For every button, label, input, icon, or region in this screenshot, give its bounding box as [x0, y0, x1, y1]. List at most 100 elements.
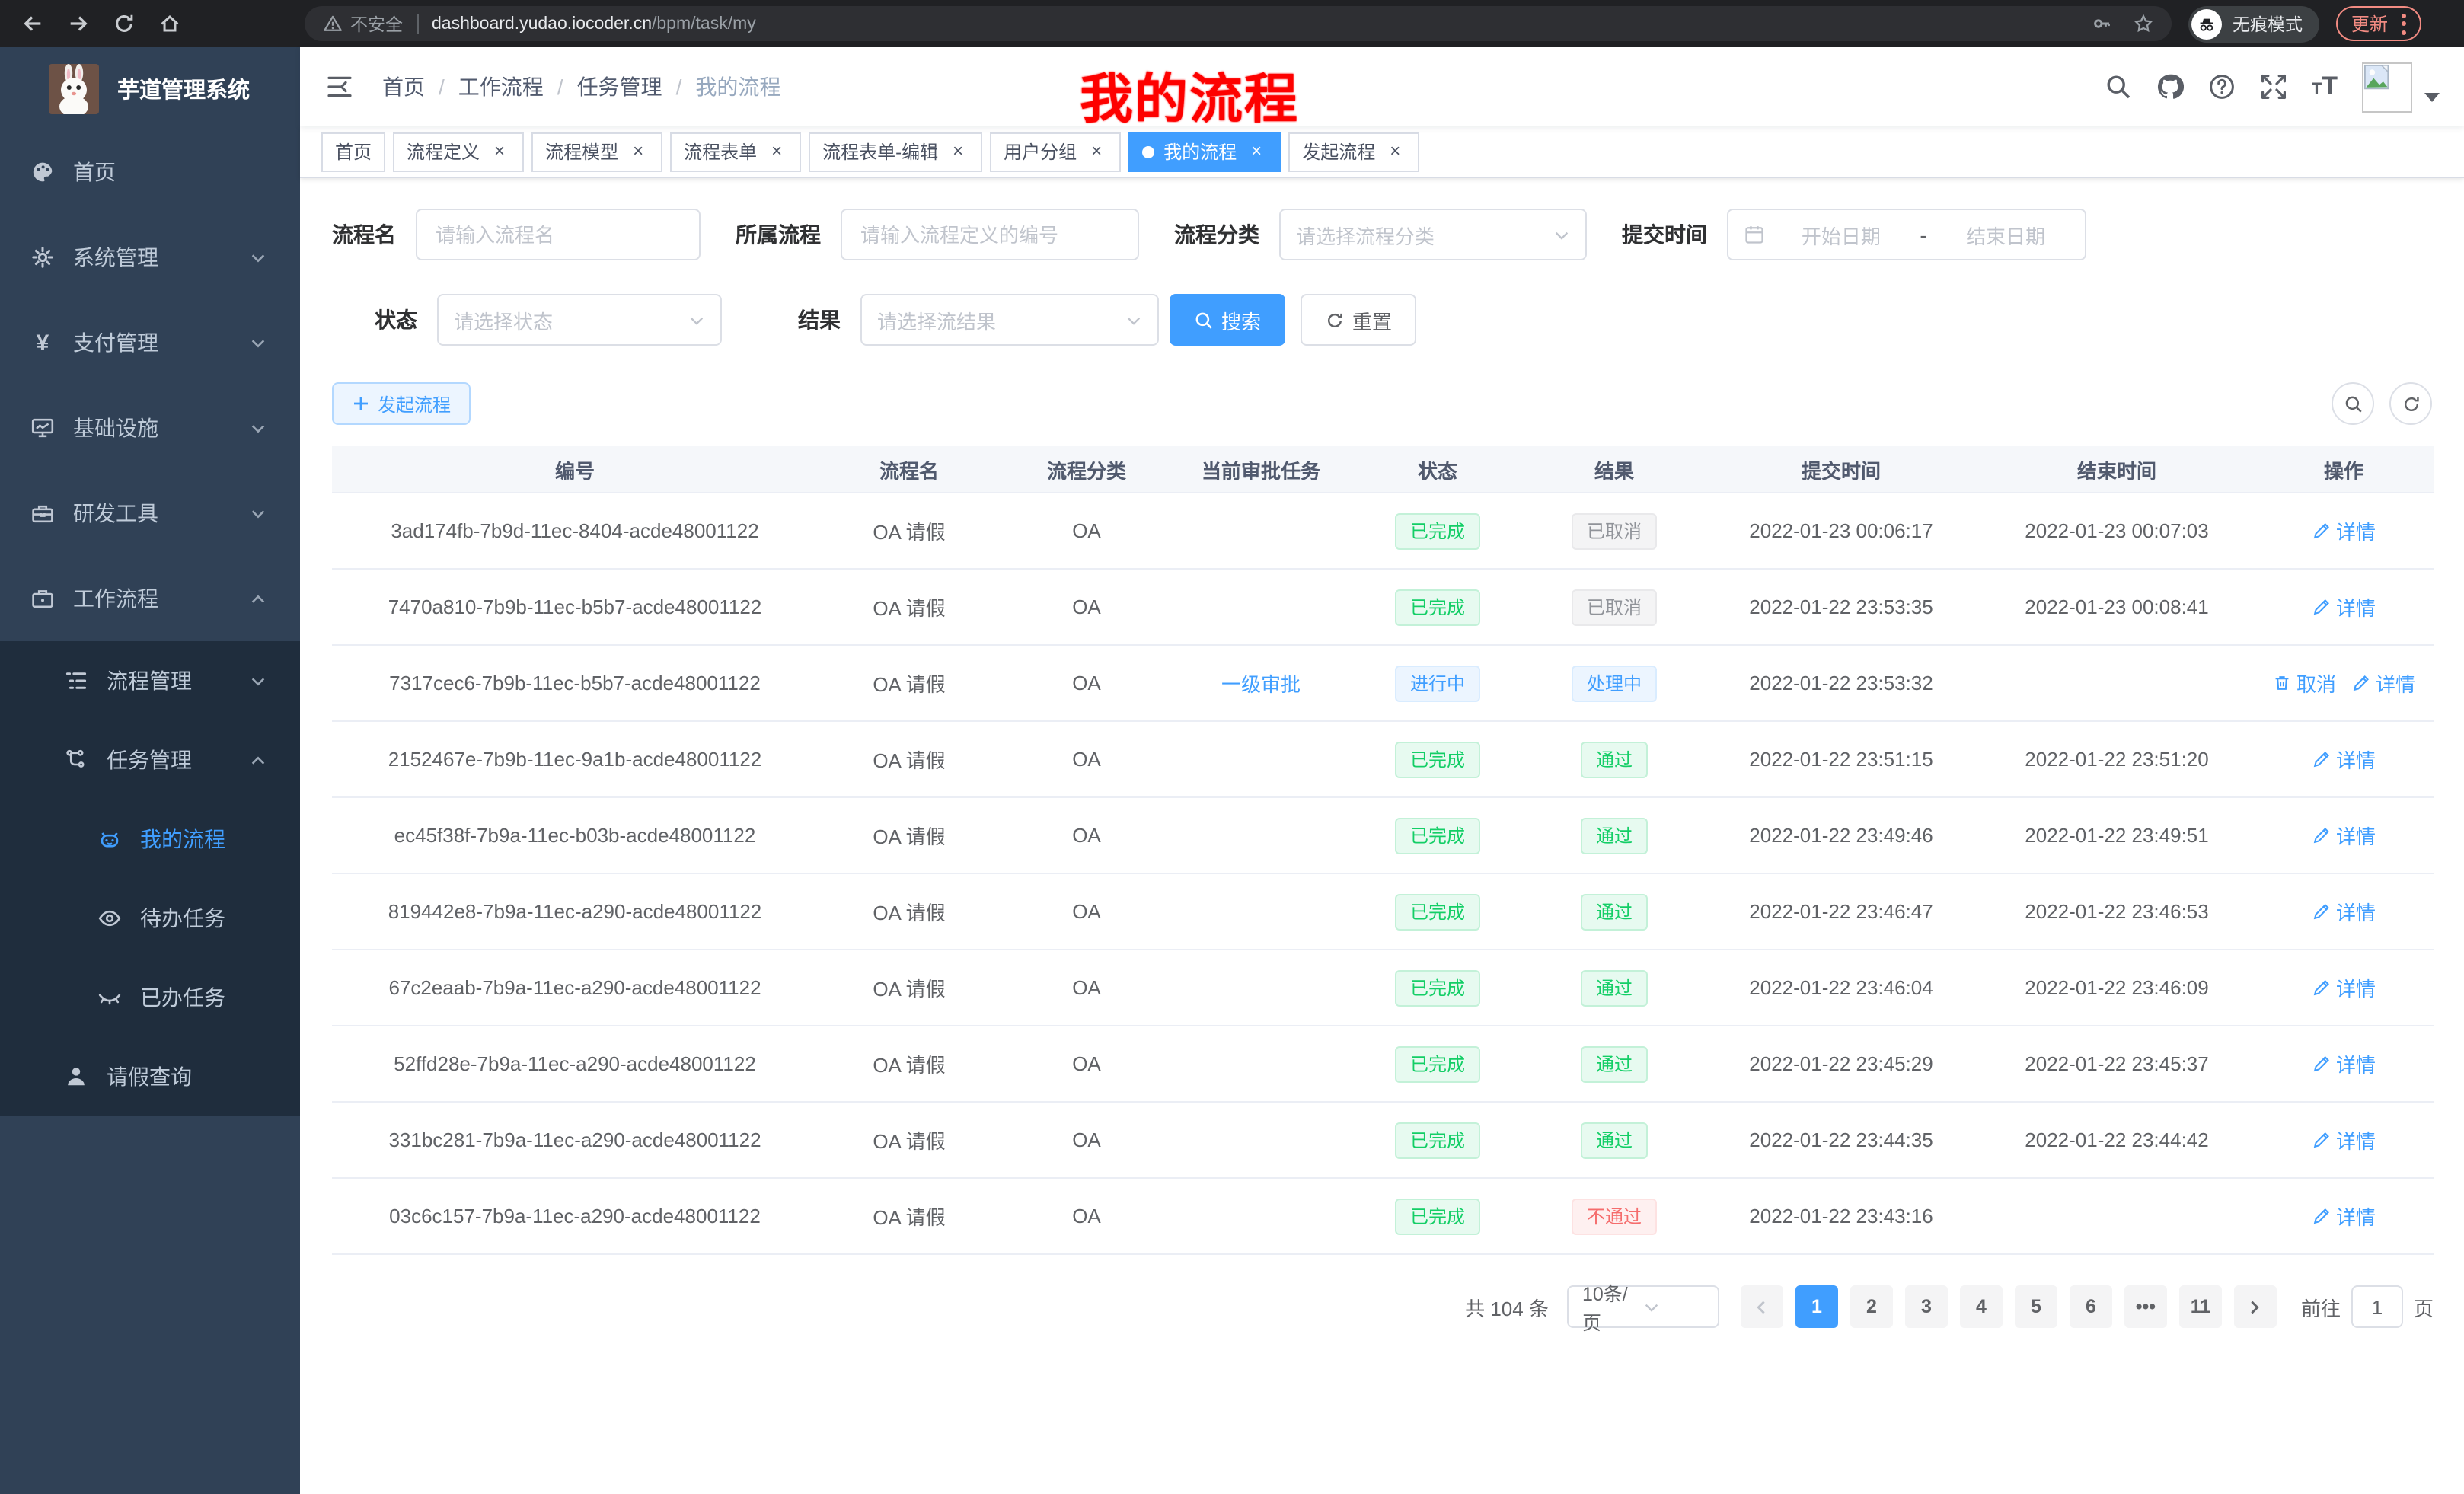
- sidebar-item-done-tasks[interactable]: 已办任务: [0, 958, 300, 1037]
- back-button[interactable]: [12, 4, 52, 43]
- breadcrumb-workflow[interactable]: 工作流程: [458, 72, 544, 102]
- sidebar-item-my-process[interactable]: 我的流程: [0, 800, 300, 879]
- table-row: 819442e8-7b9a-11ec-a290-acde48001122 OA …: [332, 873, 2434, 949]
- page-button-3[interactable]: 3: [1905, 1285, 1948, 1328]
- detail-link[interactable]: 详情: [2312, 592, 2376, 621]
- detail-link[interactable]: 详情: [2312, 516, 2376, 545]
- forward-button[interactable]: [58, 4, 97, 43]
- sidebar-item-devtools[interactable]: 研发工具: [0, 471, 300, 556]
- detail-link[interactable]: 详情: [2351, 669, 2415, 698]
- sidebar-item-leave-query[interactable]: 请假查询: [0, 1037, 300, 1116]
- start-process-button[interactable]: 发起流程: [332, 382, 471, 425]
- tab-process-definition[interactable]: 流程定义×: [393, 132, 524, 171]
- close-icon[interactable]: ×: [1086, 141, 1107, 162]
- gear-icon: [30, 245, 55, 270]
- broken-image-icon: [2363, 63, 2392, 92]
- home-button[interactable]: [149, 4, 189, 43]
- sidebar-item-home[interactable]: 首页: [0, 129, 300, 215]
- tab-process-model[interactable]: 流程模型×: [531, 132, 662, 171]
- avatar[interactable]: [2362, 62, 2412, 112]
- tab-user-group[interactable]: 用户分组×: [990, 132, 1121, 171]
- browser-menu-icon[interactable]: [2402, 13, 2406, 34]
- sidebar-item-process-mgmt[interactable]: 流程管理: [0, 641, 300, 720]
- tab-start-process[interactable]: 发起流程×: [1288, 132, 1419, 171]
- date-start-placeholder: 开始日期: [1777, 220, 1905, 249]
- reset-button[interactable]: 重置: [1301, 294, 1416, 346]
- page-button-11[interactable]: 11: [2179, 1285, 2222, 1328]
- current-task-link[interactable]: 一级审批: [1221, 669, 1301, 698]
- submit-time-range-picker[interactable]: 开始日期 - 结束日期: [1727, 209, 2086, 260]
- cancel-link[interactable]: 取消: [2272, 669, 2336, 698]
- sidebar-item-todo-tasks[interactable]: 待办任务: [0, 879, 300, 958]
- close-icon[interactable]: ×: [1246, 141, 1267, 162]
- tab-process-form[interactable]: 流程表单×: [670, 132, 801, 171]
- breadcrumb-current: 我的流程: [695, 72, 780, 102]
- detail-link[interactable]: 详情: [2312, 1125, 2376, 1154]
- filter-row-2: 状态 请选择状态 结果 请选择流结果: [332, 294, 2432, 346]
- detail-link[interactable]: 详情: [2312, 897, 2376, 926]
- detail-link[interactable]: 详情: [2312, 1049, 2376, 1078]
- table-row: 3ad174fb-7b9d-11ec-8404-acde48001122 OA …: [332, 492, 2434, 568]
- close-icon[interactable]: ×: [627, 141, 649, 162]
- search-icon[interactable]: [2105, 73, 2132, 101]
- fullscreen-icon[interactable]: [2260, 73, 2287, 101]
- sidebar-toggle-icon[interactable]: [324, 72, 355, 102]
- sidebar-item-system[interactable]: 系统管理: [0, 215, 300, 300]
- filter-label-result: 结果: [798, 305, 841, 335]
- password-key-icon[interactable]: [2092, 14, 2112, 34]
- sidebar-item-workflow[interactable]: 工作流程: [0, 556, 300, 641]
- bookmark-star-icon[interactable]: [2134, 14, 2153, 34]
- tab-process-form-edit[interactable]: 流程表单-编辑×: [809, 132, 982, 171]
- page-button-6[interactable]: 6: [2070, 1285, 2112, 1328]
- status-select[interactable]: 请选择状态: [437, 294, 722, 346]
- result-badge: 已取消: [1572, 589, 1657, 625]
- close-icon[interactable]: ×: [489, 141, 510, 162]
- close-icon[interactable]: ×: [766, 141, 787, 162]
- detail-link[interactable]: 详情: [2312, 745, 2376, 774]
- sidebar: 芋道管理系统 首页 系统管理 ¥ 支付管理 基础设施: [0, 47, 300, 1494]
- font-size-icon[interactable]: TT: [2312, 72, 2338, 102]
- detail-link[interactable]: 详情: [2312, 973, 2376, 1002]
- next-page-button[interactable]: [2234, 1285, 2277, 1328]
- process-definition-input[interactable]: [841, 209, 1139, 260]
- page-button-2[interactable]: 2: [1850, 1285, 1893, 1328]
- more-pages-button[interactable]: •••: [2124, 1285, 2167, 1328]
- filter-label-category: 流程分类: [1174, 219, 1259, 250]
- tab-my-process[interactable]: 我的流程×: [1128, 132, 1281, 171]
- sidebar-item-infrastructure[interactable]: 基础设施: [0, 385, 300, 471]
- goto-page-input[interactable]: [2351, 1285, 2403, 1328]
- detail-link[interactable]: 详情: [2312, 821, 2376, 850]
- chrome-update-button[interactable]: 更新: [2336, 6, 2421, 41]
- breadcrumb-task-mgmt[interactable]: 任务管理: [577, 72, 662, 102]
- table-toolbar: 发起流程: [332, 382, 2432, 425]
- avatar-dropdown-caret[interactable]: [2424, 93, 2440, 102]
- process-table: 编号 流程名 流程分类 当前审批任务 状态 结果 提交时间 结束时间 操作 3a…: [332, 446, 2434, 1255]
- sidebar-item-payment[interactable]: ¥ 支付管理: [0, 300, 300, 385]
- address-bar[interactable]: 不安全 dashboard.yudao.iocoder.cn/bpm/task/…: [305, 6, 2172, 41]
- close-icon[interactable]: ×: [947, 141, 969, 162]
- navbar: 首页 / 工作流程 / 任务管理 / 我的流程 我的流程 TT: [300, 47, 2464, 126]
- edit-icon: [2312, 1130, 2332, 1150]
- search-button[interactable]: 搜索: [1170, 294, 1285, 346]
- page-button-5[interactable]: 5: [2015, 1285, 2057, 1328]
- toggle-search-button[interactable]: [2332, 382, 2374, 425]
- refresh-table-button[interactable]: [2389, 382, 2432, 425]
- detail-link[interactable]: 详情: [2312, 1202, 2376, 1231]
- help-icon[interactable]: [2208, 73, 2236, 101]
- table-row: 03c6c157-7b9a-11ec-a290-acde48001122 OA …: [332, 1177, 2434, 1253]
- breadcrumb-home[interactable]: 首页: [382, 72, 425, 102]
- tab-home[interactable]: 首页: [321, 132, 385, 171]
- result-select[interactable]: 请选择流结果: [860, 294, 1159, 346]
- chevron-right-icon: [2247, 1298, 2264, 1315]
- page-button-4[interactable]: 4: [1960, 1285, 2003, 1328]
- reload-button[interactable]: [104, 4, 143, 43]
- page-size-select[interactable]: 10条/页: [1567, 1285, 1719, 1328]
- category-select[interactable]: 请选择流程分类: [1279, 209, 1587, 260]
- sidebar-item-label: 流程管理: [107, 666, 192, 696]
- prev-page-button[interactable]: [1741, 1285, 1783, 1328]
- close-icon[interactable]: ×: [1384, 141, 1406, 162]
- process-name-input[interactable]: [416, 209, 701, 260]
- page-button-1[interactable]: 1: [1795, 1285, 1838, 1328]
- github-icon[interactable]: [2156, 73, 2184, 101]
- sidebar-item-task-mgmt[interactable]: 任务管理: [0, 720, 300, 800]
